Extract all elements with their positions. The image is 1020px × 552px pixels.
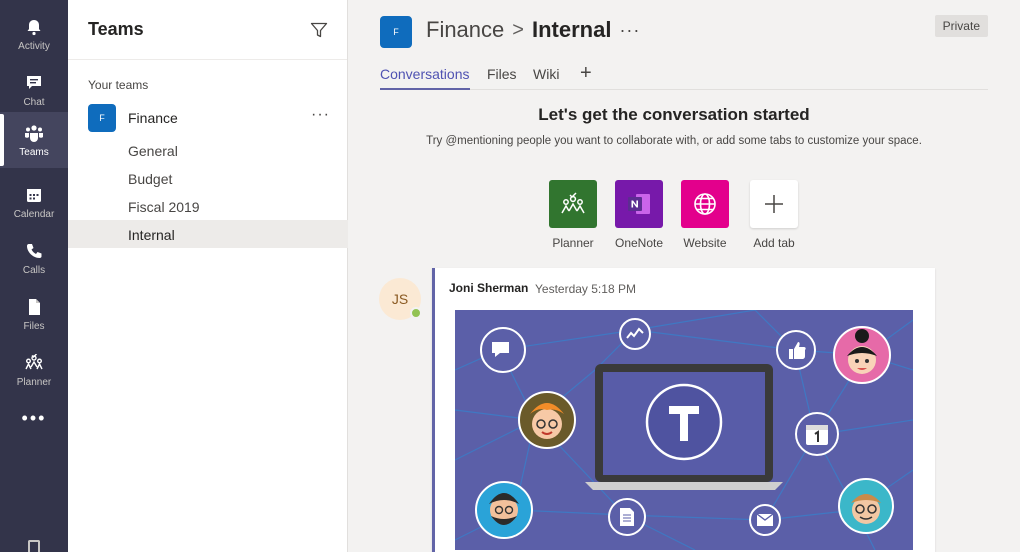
rail-label: Chat	[23, 97, 45, 108]
more-apps-button[interactable]: •••	[0, 404, 68, 432]
onenote-app-icon	[615, 180, 663, 228]
channel-fiscal-2019[interactable]: Fiscal 2019	[68, 192, 348, 220]
message-author[interactable]: Joni Sherman	[449, 281, 528, 295]
pane-header: Teams	[68, 0, 347, 60]
team-more-button[interactable]: ···	[311, 106, 330, 124]
tab-wiki[interactable]: Wiki	[533, 66, 559, 90]
rail-label: Planner	[16, 377, 52, 388]
rail-label: Activity	[18, 41, 50, 52]
tile-label: Planner	[552, 236, 594, 250]
teams-illustration-image[interactable]	[454, 309, 914, 551]
teams-icon	[23, 122, 45, 144]
rail-label: Files	[23, 321, 45, 332]
breadcrumb-channel: Internal	[531, 17, 612, 42]
rail-planner[interactable]: Planner	[0, 342, 68, 398]
header-team-avatar: F	[380, 16, 412, 48]
planner-icon	[23, 352, 45, 374]
rail-label: Calls	[22, 265, 46, 276]
tile-website[interactable]: Website	[673, 180, 737, 250]
chat-icon	[23, 72, 45, 94]
rail-chat[interactable]: Chat	[0, 62, 68, 118]
rail-calls[interactable]: Calls	[0, 230, 68, 286]
channel-view: F Finance > Internal ··· Private Convers…	[348, 0, 1020, 552]
tile-label: OneNote	[614, 236, 664, 250]
file-icon	[23, 296, 45, 318]
tile-add-tab[interactable]: Add tab	[742, 180, 806, 250]
teams-pane: Teams Your teams F Finance ··· General B…	[68, 0, 348, 552]
plus-icon	[750, 180, 798, 228]
tile-onenote[interactable]: OneNote	[607, 180, 671, 250]
team-avatar: F	[88, 104, 116, 132]
channel-label: Budget	[128, 171, 173, 187]
pane-title: Teams	[88, 19, 144, 39]
channel-label: General	[128, 143, 178, 159]
bell-icon	[23, 16, 45, 38]
tab-files[interactable]: Files	[487, 66, 517, 90]
rail-label: Teams	[19, 147, 49, 158]
rail-teams[interactable]: Teams	[0, 112, 68, 168]
globe-icon	[681, 180, 729, 228]
breadcrumb: Finance > Internal ···	[426, 17, 640, 43]
intro-subtitle: Try @mentioning people you want to colla…	[426, 135, 922, 147]
chevron-right-icon: >	[512, 18, 524, 41]
channel-internal[interactable]: Internal	[68, 220, 348, 248]
team-finance[interactable]: F Finance ···	[68, 102, 348, 134]
message-timestamp: Yesterday 5:18 PM	[535, 282, 636, 296]
help-icon[interactable]	[28, 540, 40, 552]
tab-bar: Conversations Files Wiki +	[380, 62, 988, 90]
phone-icon	[23, 240, 45, 262]
tile-planner[interactable]: Planner	[541, 180, 605, 250]
breadcrumb-team[interactable]: Finance	[426, 17, 504, 43]
rail-label: Calendar	[13, 209, 55, 220]
filter-icon[interactable]	[309, 20, 329, 40]
tile-label: Add tab	[753, 236, 795, 250]
channel-more-button[interactable]: ···	[619, 20, 640, 41]
private-badge: Private	[934, 15, 988, 37]
calendar-icon	[23, 184, 45, 206]
tile-label: Website	[683, 236, 727, 250]
rail-activity[interactable]: Activity	[0, 6, 68, 62]
rail-calendar[interactable]: Calendar	[0, 174, 68, 230]
planner-app-icon	[549, 180, 597, 228]
channel-label: Internal	[128, 227, 175, 243]
message-card[interactable]: Joni Sherman Yesterday 5:18 PM	[432, 268, 935, 552]
add-tab-plus-icon[interactable]: +	[580, 62, 592, 85]
your-teams-label: Your teams	[88, 78, 149, 92]
channel-budget[interactable]: Budget	[68, 164, 348, 192]
intro-title: Let's get the conversation started	[538, 105, 810, 124]
tab-conversations[interactable]: Conversations	[380, 66, 470, 90]
team-name: Finance	[128, 110, 178, 126]
rail-files[interactable]: Files	[0, 286, 68, 342]
presence-available-icon	[410, 307, 422, 319]
channel-label: Fiscal 2019	[128, 199, 200, 215]
app-rail: Activity Chat Teams Calendar Calls Files	[0, 0, 68, 552]
channel-general[interactable]: General	[68, 136, 348, 164]
